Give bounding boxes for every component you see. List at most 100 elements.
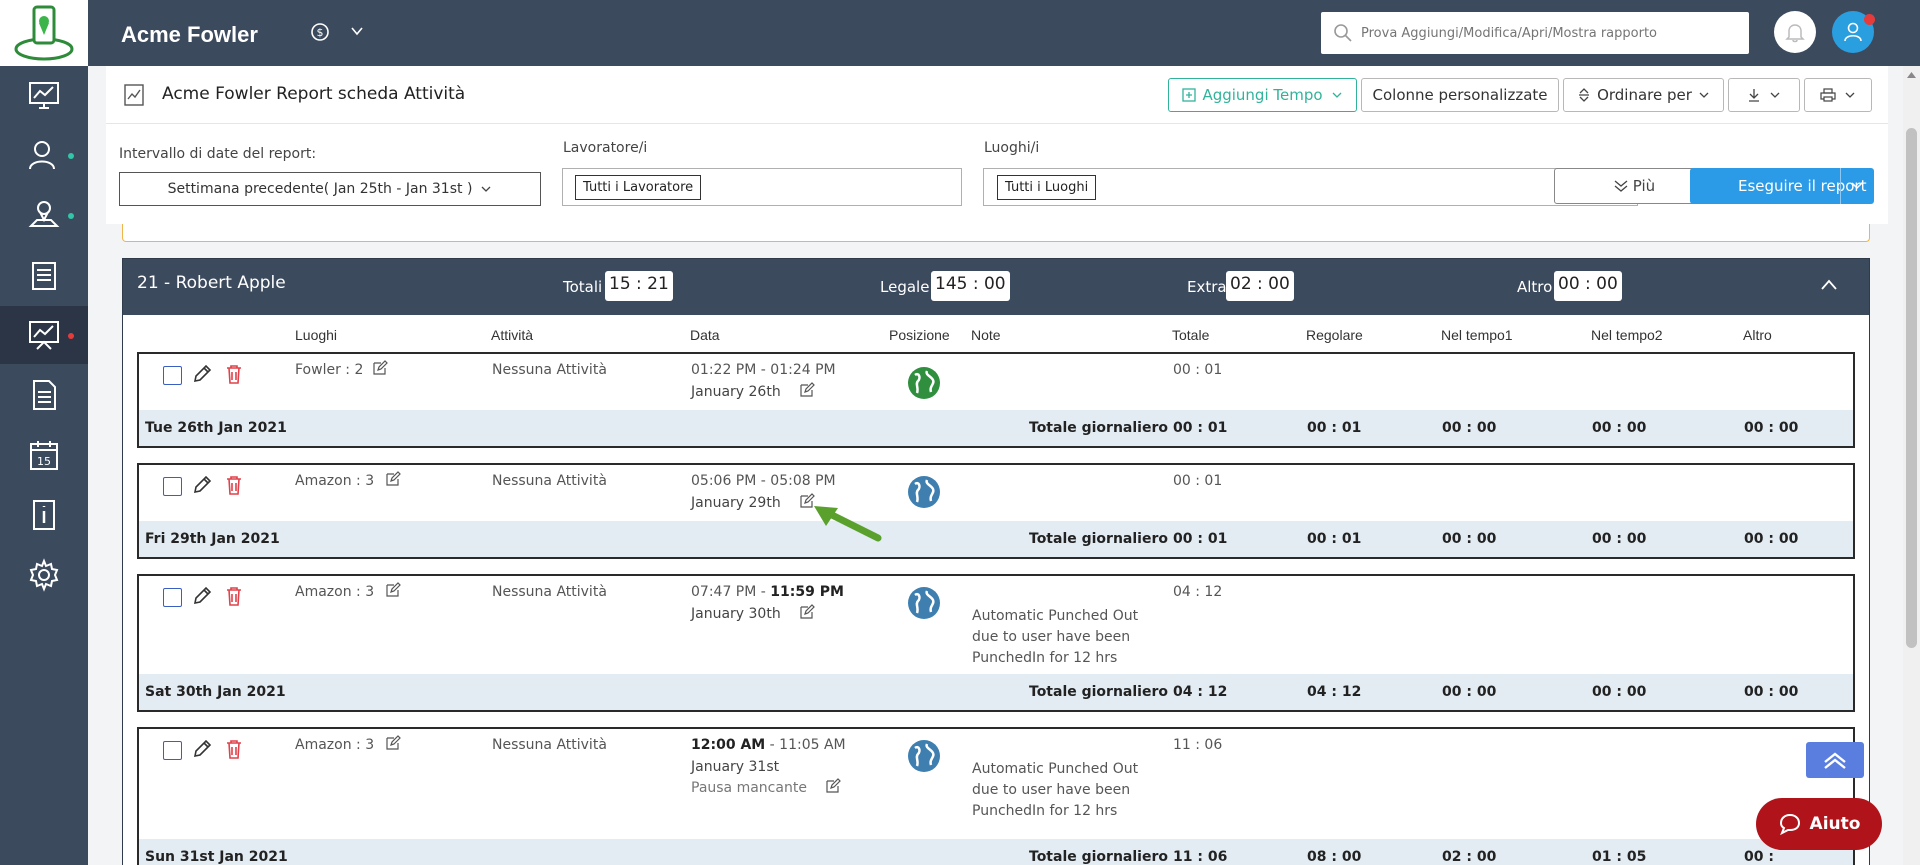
gear-icon (29, 558, 59, 592)
edit-icon[interactable] (385, 735, 401, 751)
print-button[interactable] (1804, 78, 1872, 112)
place-value: Amazon : 3 (295, 584, 375, 600)
scroll-up-icon[interactable] (1906, 70, 1917, 80)
places-chip[interactable]: Tutti i Luoghi (997, 175, 1097, 200)
daily-summary-row: Fri 29th Jan 2021 Totale giornaliero 00 … (139, 521, 1853, 557)
scroll-to-top-button[interactable] (1806, 742, 1864, 778)
notification-dot (1864, 14, 1875, 25)
extra-label: Extra (1187, 278, 1227, 296)
row-checkbox[interactable] (163, 477, 182, 496)
sidebar-item-locations[interactable] (0, 186, 88, 244)
dashboard-icon (29, 82, 59, 109)
daily-overtime2: 00 : 00 (1592, 531, 1647, 547)
daily-other: 00 : (1744, 849, 1774, 865)
scrollbar-thumb[interactable] (1906, 128, 1917, 648)
row-checkbox[interactable] (163, 741, 182, 760)
chevron-up-icon[interactable] (1819, 277, 1839, 293)
chevron-down-icon (1845, 92, 1855, 98)
row-checkbox[interactable] (163, 366, 182, 385)
notifications-button[interactable] (1774, 11, 1816, 53)
pencil-icon[interactable] (191, 585, 213, 607)
worker-card-header[interactable]: 21 - Robert Apple Totali 15 : 21 Legale … (123, 259, 1869, 315)
col-header-regular: Regolare (1306, 327, 1363, 343)
custom-columns-button[interactable]: Colonne personalizzate (1361, 78, 1559, 112)
daily-overtime1: 00 : 00 (1442, 684, 1497, 700)
pencil-icon[interactable] (191, 738, 213, 760)
sidebar-item-calendar[interactable]: 15 (0, 426, 88, 484)
sidebar-item-settings[interactable] (0, 546, 88, 604)
download-button[interactable] (1728, 78, 1800, 112)
date-value: January 31st (691, 759, 780, 775)
pencil-icon[interactable] (191, 474, 213, 496)
daily-overtime2: 00 : 00 (1592, 684, 1647, 700)
break-missing-label: Pausa mancante (691, 780, 807, 796)
legal-label: Legale (880, 278, 930, 296)
activity-value: Nessuna Attività (492, 362, 607, 378)
table-row: Fowler : 2 Nessuna Attività 01:22 PM - 0… (137, 352, 1855, 448)
edit-icon[interactable] (385, 471, 401, 487)
trash-icon[interactable] (223, 585, 245, 607)
bell-icon (1785, 24, 1805, 43)
table-row: Amazon : 3 Nessuna Attività 05:06 PM - 0… (137, 463, 1855, 559)
sort-icon (1579, 88, 1590, 102)
date-value: January 30th (691, 606, 781, 622)
edit-icon[interactable] (372, 360, 388, 376)
sidebar-item-reports[interactable] (0, 306, 88, 364)
edit-icon[interactable] (799, 604, 815, 620)
totals-value: 15 : 21 (605, 271, 673, 301)
total-value: 00 : 01 (1173, 473, 1223, 489)
daily-summary-row: Sun 31st Jan 2021 Totale giornaliero 11 … (139, 839, 1853, 865)
edit-icon[interactable] (799, 382, 815, 398)
report-icon (124, 84, 144, 106)
search-box[interactable] (1321, 12, 1749, 54)
double-chevron-down-icon (1614, 180, 1628, 192)
user-icon (1844, 22, 1862, 42)
help-button[interactable]: Aiuto (1756, 798, 1882, 850)
globe-icon[interactable] (907, 739, 941, 773)
date-value: January 26th (691, 384, 781, 400)
download-icon (1749, 89, 1759, 102)
sidebar-item-tasks[interactable] (0, 246, 88, 304)
date-range-label: Intervallo di date del report: (119, 146, 317, 162)
run-report-button[interactable]: Eseguire il report (1690, 168, 1874, 204)
globe-icon[interactable] (907, 586, 941, 620)
trash-icon[interactable] (223, 363, 245, 385)
sort-by-button[interactable]: Ordinare per (1563, 78, 1724, 112)
sidebar-item-info[interactable] (0, 486, 88, 544)
other-value: 00 : 00 (1554, 271, 1622, 301)
search-input[interactable] (1361, 25, 1741, 41)
place-value: Amazon : 3 (295, 473, 375, 489)
sidebar-item-users[interactable] (0, 126, 88, 184)
clipboard-icon (32, 262, 56, 290)
sidebar-item-documents[interactable] (0, 366, 88, 424)
daily-total: 00 : 01 (1173, 531, 1228, 547)
print-icon (1820, 88, 1836, 102)
place-value: Fowler : 2 (295, 362, 364, 378)
daily-regular: 08 : 00 (1307, 849, 1362, 865)
chevron-down-icon[interactable] (350, 24, 364, 38)
trash-icon[interactable] (223, 738, 245, 760)
globe-icon[interactable] (907, 366, 941, 400)
chevron-down-icon[interactable] (1850, 179, 1864, 193)
globe-icon[interactable] (907, 475, 941, 509)
activity-value: Nessuna Attività (492, 473, 607, 489)
total-value: 00 : 01 (1173, 362, 1223, 378)
help-label: Aiuto (1809, 814, 1861, 834)
date-range-select[interactable]: Settimana precedente( Jan 25th - Jan 31s… (119, 172, 541, 206)
workers-chip[interactable]: Tutti i Lavoratore (575, 175, 702, 200)
edit-icon[interactable] (385, 582, 401, 598)
daily-overtime1: 02 : 00 (1442, 849, 1497, 865)
row-checkbox[interactable] (163, 588, 182, 607)
add-time-button[interactable]: Aggiungi Tempo (1168, 78, 1357, 112)
daily-total-label: Totale giornaliero (1029, 684, 1168, 700)
date-range-value: Settimana precedente( Jan 25th - Jan 31s… (167, 181, 473, 197)
trash-icon[interactable] (223, 474, 245, 496)
daily-other: 00 : 00 (1744, 531, 1799, 547)
page-title: Acme Fowler Report scheda Attività (162, 84, 466, 104)
pencil-icon[interactable] (191, 363, 213, 385)
edit-icon[interactable] (825, 778, 841, 794)
logo-icon[interactable] (0, 0, 88, 66)
document-icon (33, 380, 56, 410)
dollar-icon[interactable]: $ (310, 22, 330, 42)
sidebar-item-dashboard[interactable] (0, 66, 88, 124)
